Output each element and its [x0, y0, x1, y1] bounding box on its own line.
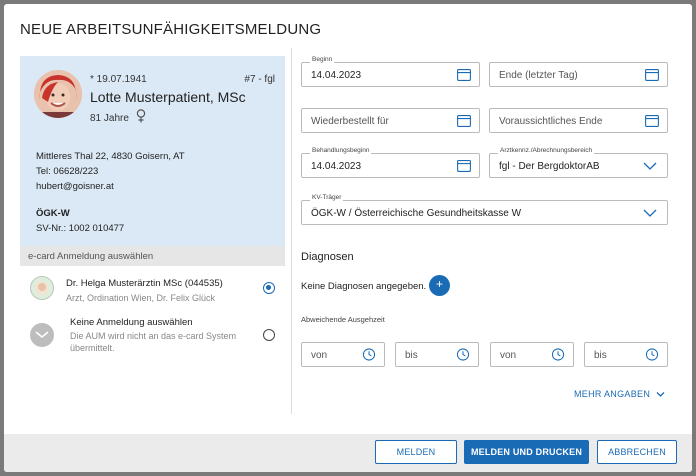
patient-age: 81 Jahre	[90, 113, 129, 124]
patient-card: * 19.07.1941 #7 - fgl Lotte Musterpatien…	[20, 56, 285, 246]
ecard-option-doctor-subtitle: Arzt, Ordination Wien, Dr. Felix Glück	[66, 293, 216, 303]
voraussichtlich-placeholder: Voraussichtliches Ende	[499, 116, 603, 127]
behandlungsbeginn-value: 14.04.2023	[311, 161, 362, 172]
patient-contact: Mittleres Thal 22, 4830 Goisern, AT Tel:…	[36, 149, 185, 194]
chevron-down-icon	[656, 392, 665, 397]
mehr-angaben-label: MEHR ANGABEN	[574, 389, 651, 399]
patient-email: hubert@goisner.at	[36, 181, 114, 192]
diagnosen-title: Diagnosen	[301, 251, 354, 263]
mehr-angaben-link[interactable]: MEHR ANGABEN	[574, 389, 665, 399]
beginn-field[interactable]: Beginn 14.04.2023	[301, 56, 480, 87]
clock-icon[interactable]	[456, 348, 470, 361]
calendar-icon[interactable]	[645, 68, 659, 81]
ausgehzeit-von-1-placeholder: von	[311, 350, 328, 361]
arztkennz-value: fgl - Der BergdoktorAB	[499, 161, 600, 172]
column-divider	[291, 48, 292, 414]
ausgehzeit-bis-1[interactable]: bis	[395, 342, 479, 367]
clock-icon[interactable]	[645, 348, 659, 361]
behandlungsbeginn-label: Behandlungsbeginn	[310, 147, 372, 154]
calendar-icon[interactable]	[457, 159, 471, 172]
melden-button[interactable]: MELDEN	[375, 440, 457, 464]
voraussichtlich-field[interactable]: Voraussichtliches Ende	[489, 108, 668, 133]
female-icon	[136, 109, 146, 123]
ausgehzeit-von-1[interactable]: von	[301, 342, 385, 367]
ecard-option-none-title: Keine Anmeldung auswählen	[70, 317, 193, 328]
wiederbestellt-field[interactable]: Wiederbestellt für	[301, 108, 480, 133]
patient-tel: Tel: 06628/223	[36, 166, 99, 177]
add-diagnose-button[interactable]: +	[429, 275, 450, 296]
ecard-option-doctor-title: Dr. Helga Musterärztin MSc (044535)	[66, 278, 223, 289]
melden-drucken-button[interactable]: MELDEN UND DRUCKEN	[464, 440, 589, 464]
patient-insurance: ÖGK-W	[36, 208, 70, 219]
beginn-value: 14.04.2023	[311, 70, 362, 81]
dialog-title: NEUE ARBEITSUNFÄHIGKEITSMELDUNG	[20, 21, 322, 38]
patient-insurance-block: ÖGK-W SV-Nr.: 1002 010477	[36, 206, 124, 236]
kv-traeger-select[interactable]: KV-Träger ÖGK-W / Österreichische Gesund…	[301, 194, 668, 225]
ecard-option-doctor-radio[interactable]	[263, 282, 275, 294]
behandlungsbeginn-field[interactable]: Behandlungsbeginn 14.04.2023	[301, 147, 480, 178]
kv-traeger-value: ÖGK-W / Österreichische Gesundheitskasse…	[311, 208, 522, 219]
ende-field[interactable]: Ende (letzter Tag)	[489, 62, 668, 87]
patient-id: #7 - fgl	[244, 74, 275, 85]
ausgehzeit-von-2-placeholder: von	[500, 350, 517, 361]
ausgehzeit-title: Abweichende Ausgehzeit	[301, 315, 385, 324]
arztkennz-select[interactable]: Arztkennz./Abrechnungsbereich fgl - Der …	[489, 147, 668, 178]
kv-traeger-label: KV-Träger	[310, 194, 344, 201]
ecard-option-none[interactable]: Keine Anmeldung auswählen Die AUM wird n…	[20, 313, 285, 357]
patient-address: Mittleres Thal 22, 4830 Goisern, AT	[36, 151, 185, 162]
clock-icon[interactable]	[362, 348, 376, 361]
chevron-down-icon[interactable]	[643, 208, 657, 218]
envelope-icon	[30, 323, 54, 347]
calendar-icon[interactable]	[457, 114, 471, 127]
ausgehzeit-bis-1-placeholder: bis	[405, 350, 418, 361]
doctor-avatar	[30, 276, 54, 300]
diagnosen-empty: Keine Diagnosen angegeben.	[301, 281, 427, 292]
patient-svnr: SV-Nr.: 1002 010477	[36, 223, 125, 234]
arztkennz-label: Arztkennz./Abrechnungsbereich	[498, 147, 595, 154]
ende-placeholder: Ende (letzter Tag)	[499, 70, 578, 81]
abbrechen-button[interactable]: ABBRECHEN	[597, 440, 677, 464]
ausgehzeit-von-2[interactable]: von	[490, 342, 574, 367]
beginn-label: Beginn	[310, 56, 335, 63]
wiederbestellt-placeholder: Wiederbestellt für	[311, 116, 389, 127]
chevron-down-icon[interactable]	[643, 161, 657, 171]
ecard-option-doctor[interactable]: Dr. Helga Musterärztin MSc (044535) Arzt…	[20, 272, 285, 304]
patient-name: Lotte Musterpatient, MSc	[90, 89, 246, 105]
ecard-header: e-card Anmeldung auswählen	[20, 246, 285, 266]
ecard-option-none-radio[interactable]	[263, 329, 275, 341]
clock-icon[interactable]	[551, 348, 565, 361]
ecard-option-none-subtitle: Die AUM wird nicht an das e-card System …	[70, 331, 237, 353]
patient-avatar	[34, 70, 82, 118]
aum-dialog: NEUE ARBEITSUNFÄHIGKEITSMELDUNG * 19.07.…	[4, 4, 692, 472]
calendar-icon[interactable]	[645, 114, 659, 127]
calendar-icon[interactable]	[457, 68, 471, 81]
ausgehzeit-bis-2-placeholder: bis	[594, 350, 607, 361]
patient-dob: * 19.07.1941	[90, 74, 147, 85]
dialog-footer: MELDEN MELDEN UND DRUCKEN ABBRECHEN	[4, 434, 692, 472]
ausgehzeit-bis-2[interactable]: bis	[584, 342, 668, 367]
